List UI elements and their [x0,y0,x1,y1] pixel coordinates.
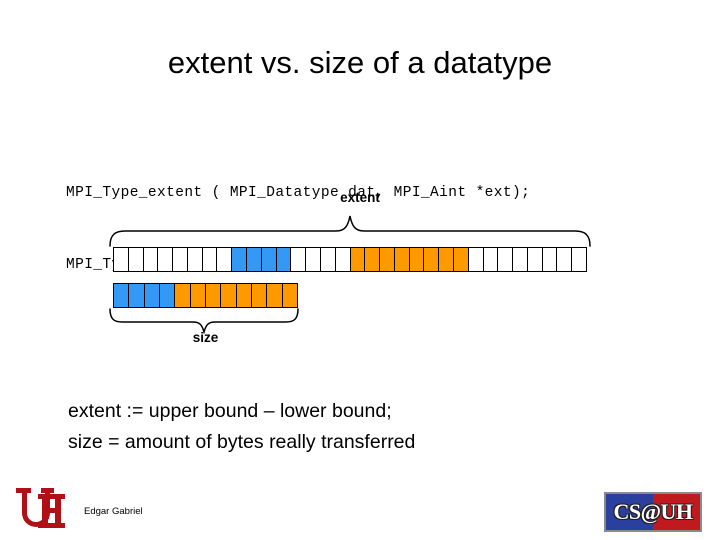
byte-cell [439,248,454,271]
definition-extent: extent := upper bound – lower bound; [68,400,392,422]
byte-cell [498,248,514,271]
byte-cell [190,284,206,307]
byte-cell [513,248,528,271]
byte-cell [306,248,321,271]
extent-byte-row [113,247,587,272]
byte-cell [365,248,381,271]
byte-cell [267,284,283,307]
slide-canvas: extent vs. size of a datatype MPI_Type_e… [0,0,720,540]
byte-cell [424,248,440,271]
byte-cell [276,248,292,271]
byte-cell [205,284,222,307]
byte-cell [247,248,262,271]
byte-cell [542,248,558,271]
byte-cell [572,248,586,271]
size-brace-label: size [192,330,219,345]
byte-cell [453,248,469,271]
extent-brace-icon [109,215,591,247]
extent-brace-label: extent [340,190,380,205]
byte-cell [232,248,248,271]
csuh-logo-text: CS@UH [613,499,693,524]
byte-cell [187,248,203,271]
byte-cell [557,248,573,271]
byte-cell [282,284,297,307]
byte-cell [217,248,233,271]
byte-cell [335,248,351,271]
footer-author: Edgar Gabriel [84,506,143,517]
byte-cell [527,248,543,271]
byte-cell [173,248,188,271]
byte-cell [128,248,144,271]
byte-cell [236,284,252,307]
uh-logo-icon [16,488,65,528]
size-byte-row [113,283,298,308]
byte-cell [320,248,336,271]
definitions-block: extent := upper bound – lower bound; siz… [68,396,415,458]
byte-cell [144,284,160,307]
byte-cell [221,284,237,307]
page-title: extent vs. size of a datatype [167,45,553,80]
definition-size: size = amount of bytes really transferre… [68,431,416,453]
byte-cell [158,248,174,271]
byte-cell [291,248,307,271]
byte-cell [114,284,130,307]
byte-cell [202,248,218,271]
byte-cell [175,284,191,307]
byte-cell [468,248,484,271]
datatype-diagram: extent size [0,190,720,360]
byte-cell [114,248,129,271]
byte-cell [143,248,159,271]
byte-cell [261,248,277,271]
csuh-logo: CS@UH [604,492,702,532]
byte-cell [380,248,395,271]
byte-cell [159,284,176,307]
byte-cell [409,248,425,271]
byte-cell [350,248,366,271]
byte-cell [483,248,499,271]
byte-cell [129,284,145,307]
byte-cell [251,284,268,307]
byte-cell [394,248,410,271]
